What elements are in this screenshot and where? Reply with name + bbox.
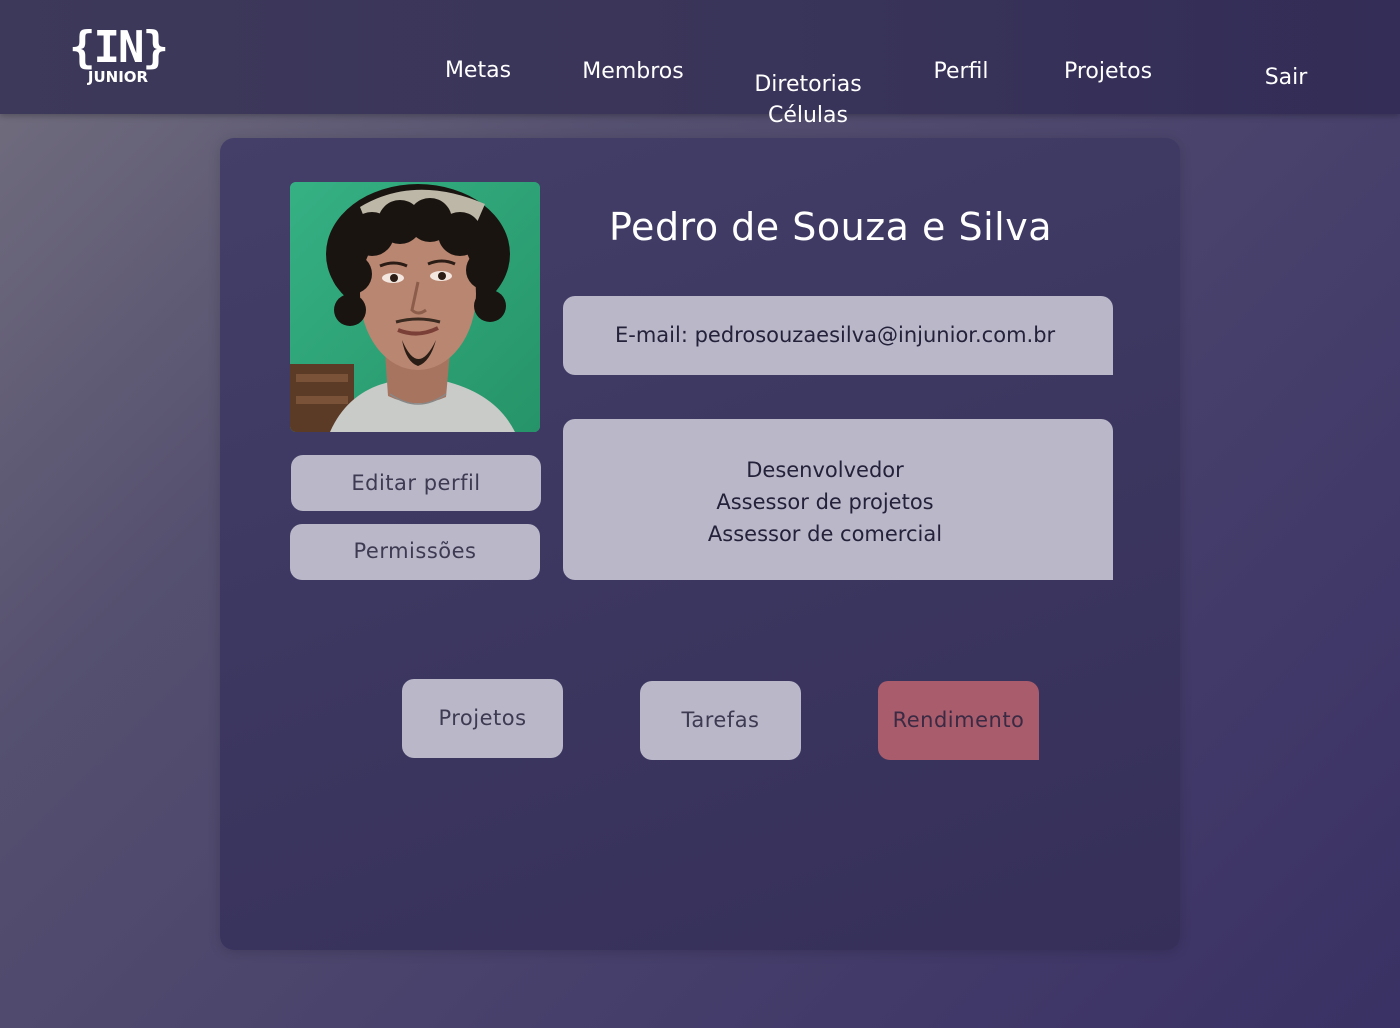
nav-item-projetos[interactable]: Projetos [1050,56,1166,87]
tab-label: Projetos [438,706,527,730]
nav-item-label: Projetos [1063,59,1153,84]
profile-name: Pedro de Souza e Silva [609,205,1052,249]
tab-rendimento[interactable]: Rendimento [878,681,1039,760]
nav-item-label: Membros [582,59,684,84]
nav-item-membros[interactable]: Membros [571,56,695,87]
role-item: Assessor de projetos [716,490,934,514]
profile-photo-image [290,182,540,432]
tab-projetos[interactable]: Projetos [402,679,563,758]
roles-box: Desenvolvedor Assessor de projetos Asses… [563,419,1113,580]
nav-item-perfil[interactable]: Perfil [921,56,1001,87]
email-text: E-mail: pedrosouzaesilva@injunior.com.br [615,323,1056,347]
nav-item-label: Diretorias Células [754,72,862,128]
permissions-label: Permissões [353,539,477,563]
logout-label: Sair [1264,65,1308,90]
role-item: Desenvolvedor [746,458,904,482]
edit-profile-button[interactable]: Editar perfil [291,455,541,511]
nav-item-diretorias-celulas[interactable]: Diretorias Células [746,38,870,131]
logo-mark: {IN} [69,22,169,73]
roles-list: Desenvolvedor Assessor de projetos Asses… [563,419,1113,550]
injunior-logo[interactable]: {IN} JUNIOR [66,24,170,90]
email-field: E-mail: pedrosouzaesilva@injunior.com.br [563,296,1113,375]
logout-link[interactable]: Sair [1252,62,1320,93]
top-navigation-bar: {IN} JUNIOR Metas Membros Diretorias Cél… [0,0,1400,128]
nav-item-metas[interactable]: Metas [432,55,524,86]
nav-item-label: Perfil [933,59,989,84]
role-item: Assessor de comercial [707,522,943,546]
profile-photo [290,182,540,432]
tab-label: Tarefas [681,708,760,732]
permissions-button[interactable]: Permissões [290,524,540,580]
tab-label: Rendimento [892,708,1025,732]
nav-item-label: Metas [444,58,512,83]
tab-tarefas[interactable]: Tarefas [640,681,801,760]
edit-profile-label: Editar perfil [351,471,481,495]
